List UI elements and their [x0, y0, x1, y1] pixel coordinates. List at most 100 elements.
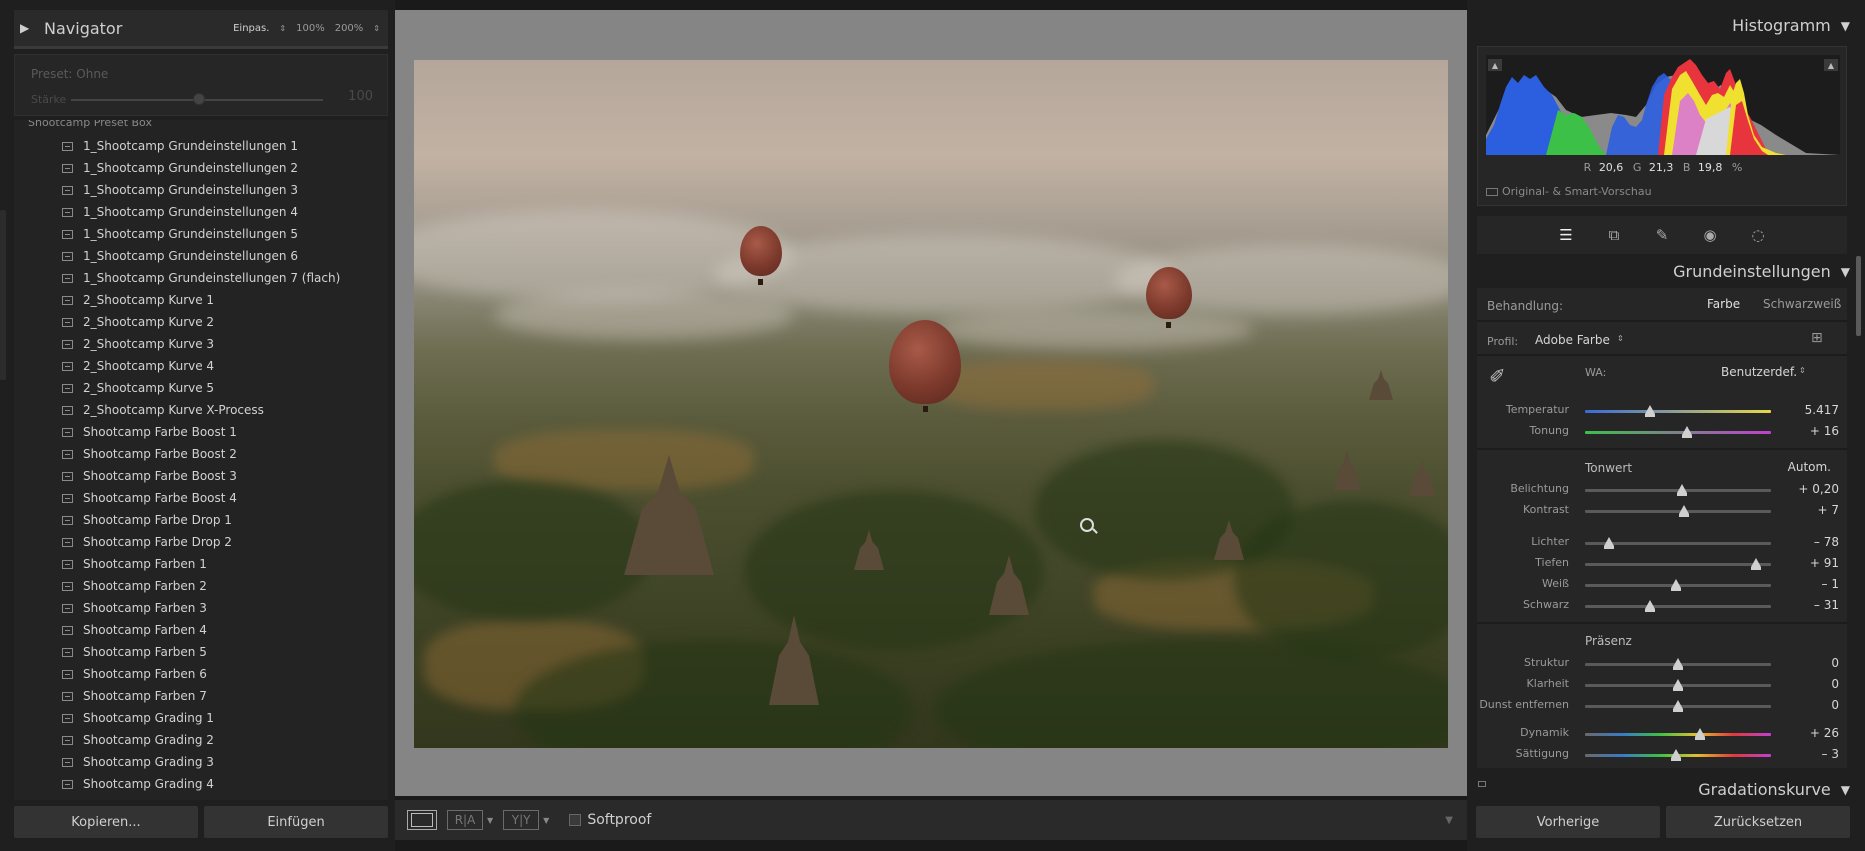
profile-stepper-icon[interactable]: ⇕	[1617, 334, 1624, 343]
tiefen-slider-thumb[interactable]	[1751, 558, 1762, 570]
dunst-slider-thumb[interactable]	[1673, 700, 1683, 712]
tonung-slider-thumb[interactable]	[1682, 426, 1693, 438]
navigator-header[interactable]: ▶ Navigator Einpas. ⇕ 100% 200% ⇕	[14, 10, 388, 46]
preset-item[interactable]: Shootcamp Grading 2	[14, 729, 388, 751]
preset-item[interactable]: Shootcamp Farben 5	[14, 641, 388, 663]
preset-item[interactable]: Shootcamp Farbe Boost 4	[14, 487, 388, 509]
crop-icon[interactable]: ⧉	[1604, 225, 1624, 245]
wb-stepper-icon[interactable]: ⇕	[1799, 366, 1806, 375]
dynamik-slider-track[interactable]	[1585, 733, 1771, 736]
preset-item[interactable]: 1_Shootcamp Grundeinstellungen 2	[14, 157, 388, 179]
zoom-fit-option[interactable]: Einpas.	[233, 23, 269, 34]
toolbar-options-chevron-icon[interactable]: ▼	[1445, 815, 1453, 826]
treatment-color-option[interactable]: Farbe	[1707, 297, 1740, 311]
preset-item[interactable]: Shootcamp Farbe Drop 1	[14, 509, 388, 531]
preset-item[interactable]: 1_Shootcamp Grundeinstellungen 1	[14, 135, 388, 157]
shadow-clipping-icon[interactable]: ▲	[1488, 59, 1502, 71]
schwarz-value[interactable]: – 31	[1814, 598, 1839, 612]
preset-item[interactable]: Shootcamp Grading 1	[14, 707, 388, 729]
zoom-100-option[interactable]: 100%	[296, 23, 325, 34]
eyedropper-icon[interactable]: ✐	[1489, 364, 1506, 388]
preset-item[interactable]: 2_Shootcamp Kurve 4	[14, 355, 388, 377]
previous-button[interactable]: Vorherige	[1476, 806, 1660, 838]
profile-browser-grid-icon[interactable]: ⊞	[1811, 330, 1823, 346]
preset-item[interactable]: 2_Shootcamp Kurve 2	[14, 311, 388, 333]
preset-item[interactable]: 2_Shootcamp Kurve 1	[14, 289, 388, 311]
struktur-value[interactable]: 0	[1831, 656, 1839, 670]
belichtung-value[interactable]: + 0,20	[1798, 482, 1839, 496]
zoom-200-option[interactable]: 200%	[335, 23, 364, 34]
photo-balloons-landscape[interactable]	[414, 60, 1448, 748]
saettigung-slider-thumb[interactable]	[1671, 749, 1682, 761]
original-smart-preview[interactable]: Original- & Smart-Vorschau	[1486, 185, 1652, 198]
copy-button[interactable]: Kopieren...	[14, 806, 198, 838]
preset-item[interactable]: 1_Shootcamp Grundeinstellungen 4	[14, 201, 388, 223]
wb-dropdown[interactable]: Benutzerdef.	[1721, 365, 1797, 379]
chevron-down-icon[interactable]: ▼	[543, 816, 549, 825]
healing-brush-icon[interactable]: ✎	[1652, 225, 1672, 245]
lichter-value[interactable]: – 78	[1814, 535, 1839, 549]
saettigung-value[interactable]: – 3	[1822, 747, 1839, 761]
masking-icon[interactable]: ◌	[1748, 225, 1768, 245]
preset-item[interactable]: 1_Shootcamp Grundeinstellungen 5	[14, 223, 388, 245]
weiss-slider-thumb[interactable]	[1671, 579, 1682, 591]
profile-dropdown[interactable]: Adobe Farbe	[1535, 333, 1610, 347]
collapse-triangle-icon[interactable]: ▼	[1841, 783, 1850, 797]
belichtung-slider-thumb[interactable]	[1676, 484, 1687, 496]
auto-button[interactable]: Autom.	[1788, 460, 1831, 474]
preset-item[interactable]: Shootcamp Farben 7	[14, 685, 388, 707]
right-panel-scrollbar[interactable]	[1856, 256, 1861, 336]
left-panel-edge-handle[interactable]	[0, 210, 6, 380]
temperatur-slider-thumb[interactable]	[1645, 405, 1656, 417]
highlight-clipping-icon[interactable]: ▲	[1824, 59, 1838, 71]
preset-item[interactable]: 2_Shootcamp Kurve 3	[14, 333, 388, 355]
preset-item[interactable]: Shootcamp Farben 2	[14, 575, 388, 597]
preset-item[interactable]: 2_Shootcamp Kurve X-Process	[14, 399, 388, 421]
schwarz-slider-thumb[interactable]	[1645, 600, 1656, 612]
preset-folder-label[interactable]: Shootcamp Preset Box	[28, 120, 152, 129]
strength-slider-thumb[interactable]	[193, 93, 205, 105]
tone-curve-header[interactable]: Gradationskurve ▼	[1476, 780, 1850, 799]
preset-item[interactable]: Shootcamp Farbe Boost 1	[14, 421, 388, 443]
preset-item[interactable]: Shootcamp Farbe Boost 2	[14, 443, 388, 465]
lichter-slider-thumb[interactable]	[1604, 537, 1615, 549]
zoom-stepper-icon[interactable]: ⇕	[373, 24, 380, 33]
struktur-slider-thumb[interactable]	[1673, 658, 1683, 670]
kontrast-slider-thumb[interactable]	[1678, 505, 1689, 517]
treatment-bw-option[interactable]: Schwarzweiß	[1763, 297, 1841, 311]
tiefen-slider-track[interactable]	[1585, 563, 1771, 566]
paste-button[interactable]: Einfügen	[204, 806, 388, 838]
collapse-triangle-icon[interactable]: ▼	[1841, 19, 1850, 33]
softproof-checkbox[interactable]	[569, 814, 582, 826]
basic-header[interactable]: Grundeinstellungen ▼	[1476, 262, 1850, 281]
dynamik-slider-thumb[interactable]	[1695, 728, 1706, 740]
tonung-slider-track[interactable]	[1585, 431, 1771, 434]
preset-item[interactable]: Shootcamp Grading 3	[14, 751, 388, 773]
reset-button[interactable]: Zurücksetzen	[1666, 806, 1850, 838]
temperatur-value[interactable]: 5.417	[1805, 403, 1839, 417]
preset-item[interactable]: 2_Shootcamp Kurve 5	[14, 377, 388, 399]
preset-item[interactable]: Shootcamp Farben 3	[14, 597, 388, 619]
klarheit-value[interactable]: 0	[1831, 677, 1839, 691]
schwarz-slider-track[interactable]	[1585, 605, 1771, 608]
preset-item[interactable]: 1_Shootcamp Grundeinstellungen 6	[14, 245, 388, 267]
tonung-value[interactable]: + 16	[1810, 424, 1839, 438]
dunst-value[interactable]: 0	[1831, 698, 1839, 712]
preset-item[interactable]: 1_Shootcamp Grundeinstellungen 3	[14, 179, 388, 201]
before-after-ra-button[interactable]: R|A	[447, 810, 483, 830]
preset-item[interactable]: Shootcamp Farbe Drop 2	[14, 531, 388, 553]
preset-item[interactable]: Shootcamp Grading 4	[14, 773, 388, 795]
klarheit-slider-thumb[interactable]	[1673, 679, 1683, 691]
preset-item[interactable]: Shootcamp Farben 4	[14, 619, 388, 641]
zoom-fit-stepper-icon[interactable]: ⇕	[279, 24, 286, 33]
expand-triangle-icon[interactable]: ▶	[20, 21, 38, 35]
collapse-triangle-icon[interactable]: ▼	[1841, 265, 1850, 279]
tiefen-value[interactable]: + 91	[1810, 556, 1839, 570]
red-eye-icon[interactable]: ◉	[1700, 225, 1720, 245]
histogram-header[interactable]: Histogramm ▼	[1476, 16, 1850, 35]
weiss-value[interactable]: – 1	[1822, 577, 1839, 591]
preset-item[interactable]: 1_Shootcamp Grundeinstellungen 7 (flach)	[14, 267, 388, 289]
sliders-icon[interactable]: ☰	[1556, 225, 1576, 245]
preset-item[interactable]: Shootcamp Farbe Boost 3	[14, 465, 388, 487]
before-after-yy-button[interactable]: Y|Y	[503, 810, 540, 830]
